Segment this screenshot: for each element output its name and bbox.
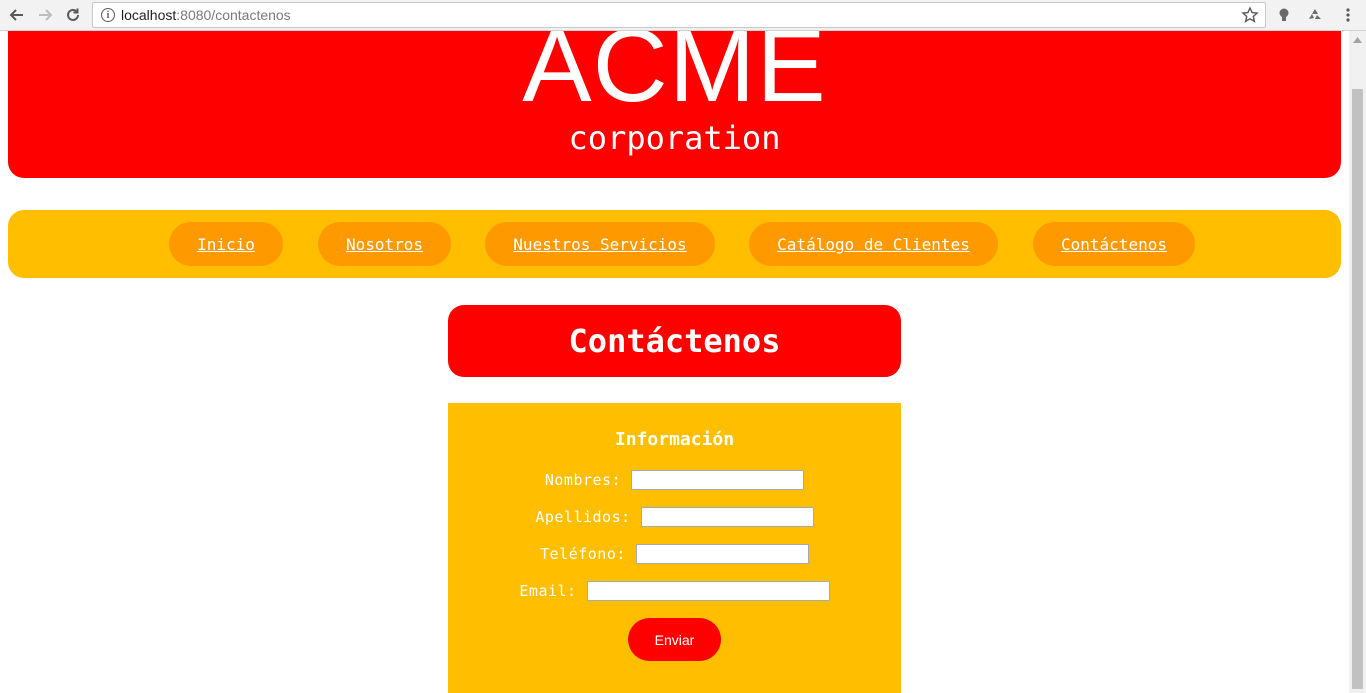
nav-item-catalogo[interactable]: Catálogo de Clientes [749,222,998,266]
form-heading: Información [614,429,735,450]
telefono-label: Teléfono: [540,545,626,563]
apellidos-input[interactable] [640,507,814,527]
reload-icon[interactable] [61,3,85,27]
url-host: localhost [121,7,177,23]
field-row-nombres: Nombres: [448,469,901,491]
nav-item-inicio[interactable]: Inicio [169,222,283,266]
email-input[interactable] [586,581,830,601]
info-icon[interactable]: i [101,8,115,22]
contact-form: Información Nombres: Apellidos: Teléfono… [448,403,901,693]
recycle-icon[interactable] [1303,3,1327,27]
nav-item-contactenos[interactable]: Contáctenos [1033,222,1195,266]
scroll-up-arrow-icon[interactable] [1349,31,1366,48]
browser-toolbar: i localhost:8080/contactenos [0,0,1366,31]
telefono-input[interactable] [635,544,809,564]
url-text[interactable]: localhost:8080/contactenos [121,7,291,23]
main-nav: Inicio Nosotros Nuestros Servicios Catál… [8,210,1341,278]
url-path: :8080/contactenos [176,7,291,23]
star-icon[interactable] [1241,6,1259,24]
nav-item-nosotros[interactable]: Nosotros [318,222,451,266]
field-row-apellidos: Apellidos: [448,506,901,528]
scrollbar-thumb[interactable] [1352,89,1363,689]
address-bar[interactable]: i localhost:8080/contactenos [92,2,1266,28]
nombres-input[interactable] [631,470,805,490]
back-arrow-icon[interactable] [5,3,29,27]
apellidos-label: Apellidos: [535,508,631,526]
field-row-email: Email: [448,580,901,602]
field-row-telefono: Teléfono: [448,543,901,565]
page-title: Contáctenos [448,305,901,377]
page-viewport: ACME corporation Inicio Nosotros Nuestro… [0,31,1349,693]
email-label: Email: [519,582,577,600]
nav-item-servicios[interactable]: Nuestros Servicios [485,222,715,266]
forward-arrow-icon[interactable] [33,3,57,27]
kebab-menu-icon[interactable] [1336,3,1360,27]
bulb-icon[interactable] [1272,3,1296,27]
company-logo: ACME [522,31,827,124]
company-tagline: corporation [568,119,781,157]
vertical-scrollbar[interactable] [1349,31,1366,693]
nombres-label: Nombres: [544,471,622,489]
submit-button[interactable]: Enviar [628,618,721,661]
header-banner: ACME corporation [8,31,1341,178]
